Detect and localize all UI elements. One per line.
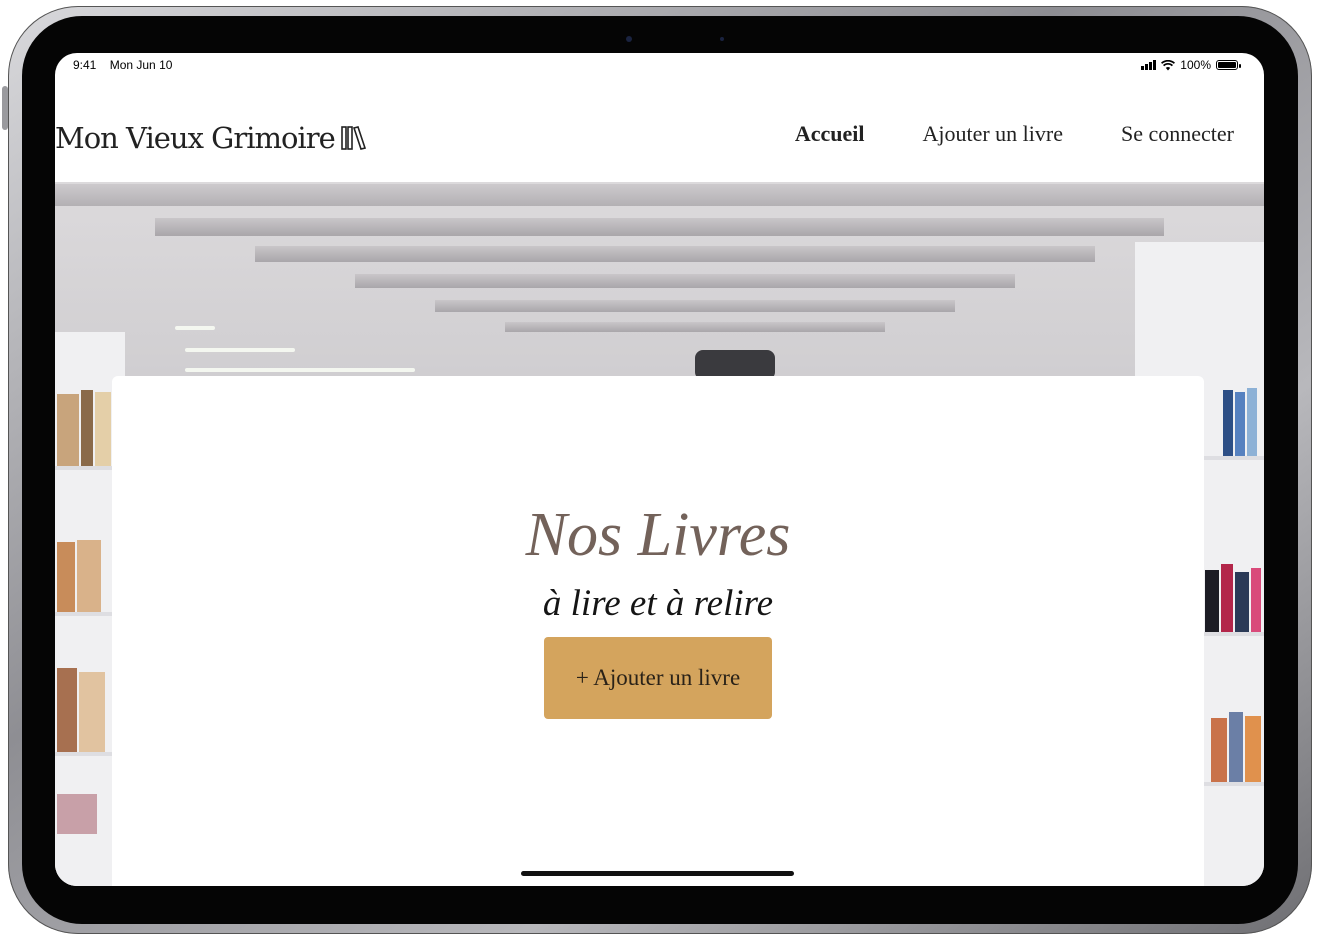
status-date: Mon Jun 10 <box>109 58 173 72</box>
site-logo[interactable]: Mon Vieux Grimoire <box>55 121 367 155</box>
nav-link-se-connecter[interactable]: Se connecter <box>1121 121 1234 147</box>
nav-link-ajouter-livre[interactable]: Ajouter un livre <box>922 121 1063 147</box>
page-subtitle: à lire et à relire <box>542 583 774 624</box>
screen: 9:41 Mon Jun 10 100% Mon Vieux Grimoire <box>55 53 1264 886</box>
status-time: 9:41 <box>73 58 97 72</box>
battery-icon <box>1216 60 1241 70</box>
site-header: Mon Vieux Grimoire Accueil Ajouter un li… <box>55 79 1264 182</box>
add-book-button[interactable]: + Ajouter un livre <box>544 637 772 719</box>
logo-text: Mon Vieux Grimoire <box>55 121 336 155</box>
books-icon <box>340 126 366 150</box>
nav-link-accueil[interactable]: Accueil <box>795 121 865 147</box>
battery-level <box>1218 62 1236 68</box>
camera-icon <box>570 30 780 46</box>
battery-percent: 100% <box>1180 58 1211 72</box>
hero-card: Nos Livres à lire et à relire + Ajouter … <box>112 376 1204 886</box>
page-title: Nos Livres <box>525 501 791 569</box>
wifi-icon <box>1161 59 1176 70</box>
status-bar: 9:41 Mon Jun 10 100% <box>55 53 1264 79</box>
main-nav: Accueil Ajouter un livre Se connecter <box>795 121 1234 147</box>
device-button <box>2 86 8 130</box>
cellular-signal-icon <box>1141 60 1157 70</box>
home-indicator[interactable] <box>521 871 794 876</box>
